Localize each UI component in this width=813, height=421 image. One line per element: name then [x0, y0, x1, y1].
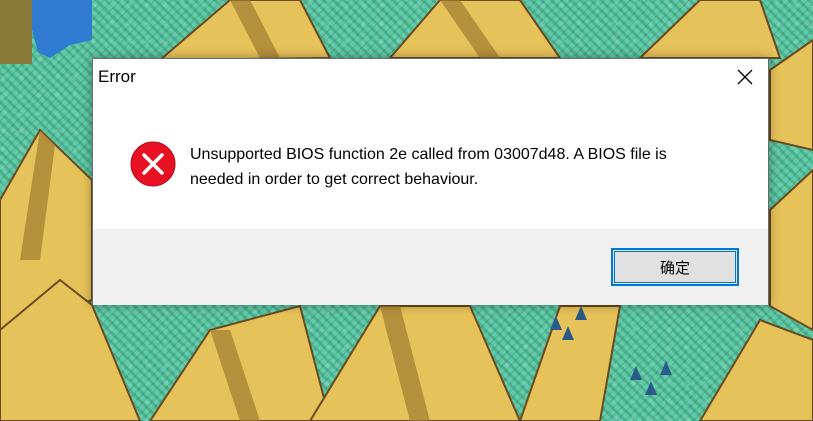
ok-button[interactable]: 确定 — [611, 248, 739, 286]
error-message-line-2: needed in order to get correct behaviour… — [190, 171, 479, 188]
close-icon — [737, 69, 753, 85]
dialog-footer: 确定 — [93, 229, 768, 305]
error-dialog: Error Unsupported BIOS function 2e calle… — [92, 58, 769, 305]
error-message: Unsupported BIOS function 2e called from… — [190, 142, 750, 192]
dialog-titlebar[interactable]: Error — [93, 59, 768, 95]
error-message-line-1: Unsupported BIOS function 2e called from… — [190, 146, 667, 163]
error-icon — [130, 141, 176, 187]
dialog-title: Error — [98, 67, 136, 86]
close-button[interactable] — [722, 59, 768, 95]
dialog-content: Unsupported BIOS function 2e called from… — [93, 95, 768, 229]
